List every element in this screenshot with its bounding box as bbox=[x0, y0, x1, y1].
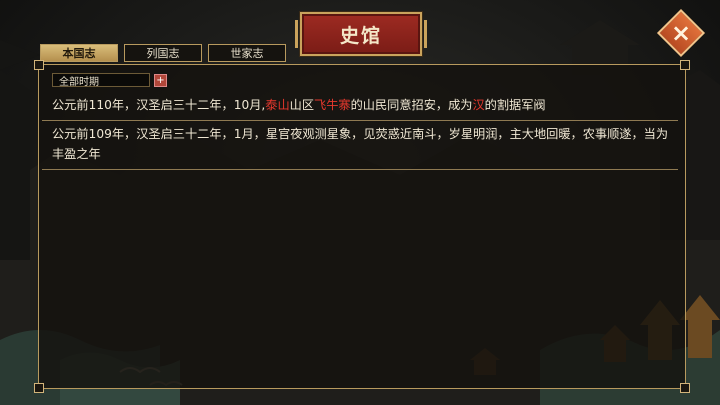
panel-corner-ornament bbox=[34, 60, 44, 70]
panel-corner-ornament bbox=[34, 383, 44, 393]
record-text: 公元前109年，汉圣启三十二年，1月，星官夜观测星象，见荧惑近南斗，岁星明润，主… bbox=[52, 127, 669, 161]
tab-bar: 本国志 列国志 世家志 bbox=[40, 44, 286, 62]
record-text: 的山民同意招安，成为 bbox=[350, 98, 473, 112]
tab-states-annals[interactable]: 列国志 bbox=[124, 44, 202, 62]
record-text: 的割据军阀 bbox=[484, 98, 546, 112]
period-filter: 全部时期 + bbox=[52, 72, 167, 88]
place-name-highlight: 泰山 bbox=[265, 98, 290, 112]
panel-corner-ornament bbox=[680, 60, 690, 70]
page-title: 史馆 bbox=[339, 24, 382, 47]
record-text: 山区 bbox=[289, 98, 315, 112]
period-select[interactable]: 全部时期 bbox=[52, 73, 150, 88]
state-name-highlight: 汉 bbox=[472, 98, 485, 112]
record-entry: 公元前110年，汉圣启三十二年，10月,泰山山区飞牛寨的山民同意招安，成为汉的割… bbox=[42, 92, 678, 121]
record-entry: 公元前109年，汉圣启三十二年，1月，星官夜观测星象，见荧惑近南斗，岁星明润，主… bbox=[42, 121, 678, 170]
close-icon[interactable]: × bbox=[664, 16, 698, 50]
tab-family-annals[interactable]: 世家志 bbox=[208, 44, 286, 62]
fort-name-highlight: 飞牛寨 bbox=[314, 98, 351, 112]
expand-plus-icon[interactable]: + bbox=[154, 73, 167, 87]
record-text: 公元前110年，汉圣启三十二年，10月, bbox=[52, 98, 266, 112]
panel-corner-ornament bbox=[680, 383, 690, 393]
tab-national-annals[interactable]: 本国志 bbox=[40, 44, 118, 62]
records-list: 公元前110年，汉圣启三十二年，10月,泰山山区飞牛寨的山民同意招安，成为汉的割… bbox=[42, 92, 678, 170]
page-title-plaque: 史馆 bbox=[295, 12, 427, 56]
